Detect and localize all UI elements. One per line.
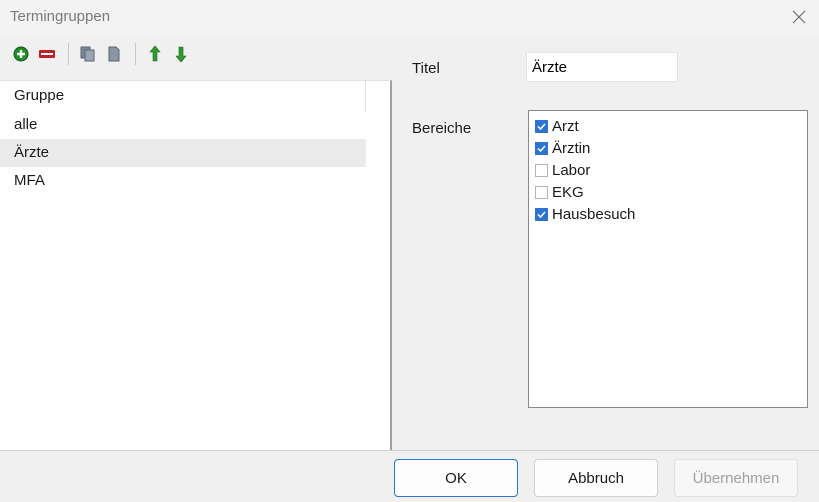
cancel-button[interactable]: Abbruch	[534, 459, 658, 497]
title-bar: Termingruppen	[0, 0, 819, 36]
move-down-icon	[175, 46, 187, 63]
ok-button[interactable]: OK	[394, 459, 518, 497]
dialog-footer: OK Abbruch Übernehmen	[0, 450, 819, 502]
column-header-gruppe[interactable]: Gruppe	[0, 81, 366, 111]
area-checkbox-ekg[interactable]: EKG	[535, 181, 584, 203]
move-up-icon	[149, 45, 161, 62]
areas-label: Bereiche	[412, 120, 472, 137]
window-title: Termingruppen	[10, 8, 111, 25]
areas-checklist: Arzt Ärztin Labor EKG Hausbesuch	[528, 110, 808, 408]
toolbar-separator	[135, 43, 136, 65]
termingruppen-dialog: Termingruppen Gruppe alle Ärzte MFA Tite…	[0, 0, 819, 502]
checkbox-checked-icon	[535, 207, 548, 221]
move-down-button[interactable]	[170, 43, 192, 65]
area-label: Arzt	[552, 117, 579, 135]
add-button[interactable]	[10, 43, 32, 65]
paste-button[interactable]	[103, 43, 125, 65]
copy-button[interactable]	[77, 43, 99, 65]
checkbox-checked-icon	[535, 141, 548, 155]
area-checkbox-arzt[interactable]: Arzt	[535, 115, 579, 137]
list-item-alle[interactable]: alle	[0, 111, 366, 139]
close-icon	[792, 10, 806, 24]
add-icon	[13, 46, 29, 62]
apply-button[interactable]: Übernehmen	[674, 459, 798, 497]
list-item-aerzte[interactable]: Ärzte	[0, 139, 366, 167]
title-label: Titel	[412, 60, 440, 77]
area-checkbox-hausbesuch[interactable]: Hausbesuch	[535, 203, 635, 225]
close-button[interactable]	[785, 4, 813, 30]
group-list[interactable]: Gruppe alle Ärzte MFA	[0, 80, 392, 450]
area-label: Ärztin	[552, 139, 591, 157]
remove-button[interactable]	[36, 43, 58, 65]
toolbar	[0, 36, 394, 72]
area-checkbox-aerztin[interactable]: Ärztin	[535, 137, 590, 159]
group-list-pane: Gruppe alle Ärzte MFA	[0, 36, 394, 450]
remove-icon	[39, 50, 55, 58]
list-item-mfa[interactable]: MFA	[0, 167, 366, 195]
paste-icon	[108, 46, 120, 62]
area-label: Labor	[552, 161, 591, 179]
toolbar-separator	[68, 43, 69, 65]
checkbox-unchecked-icon	[535, 163, 548, 177]
area-checkbox-labor[interactable]: Labor	[535, 159, 590, 181]
checkbox-checked-icon	[535, 119, 548, 133]
checkbox-unchecked-icon	[535, 185, 548, 199]
title-input[interactable]	[526, 52, 678, 82]
area-label: EKG	[552, 183, 584, 201]
area-label: Hausbesuch	[552, 205, 636, 223]
move-up-button[interactable]	[144, 43, 166, 65]
group-details-pane: Titel Bereiche Arzt Ärztin Labor	[396, 36, 819, 450]
copy-icon	[80, 46, 95, 62]
